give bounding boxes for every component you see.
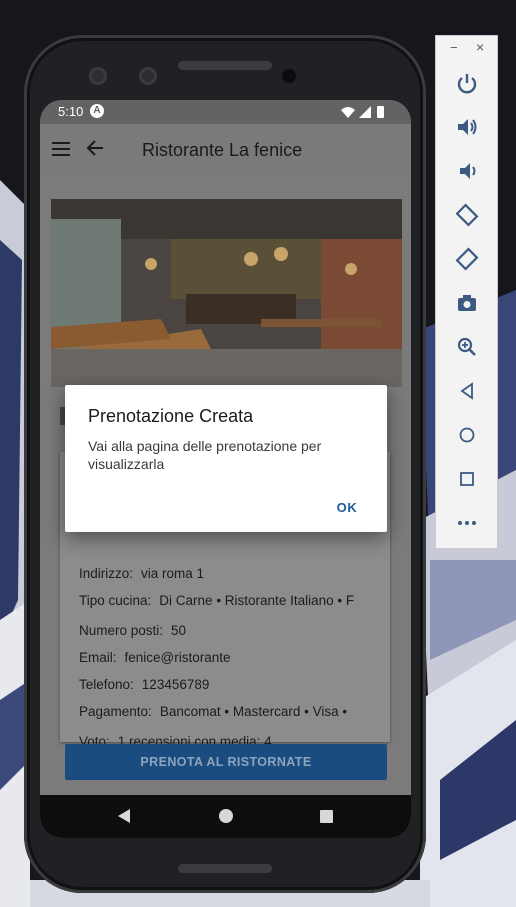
- rotate-right-icon[interactable]: [454, 246, 480, 272]
- bottom-speaker: [178, 864, 272, 873]
- page-title: Ristorante La fenice: [142, 140, 303, 160]
- minimize-button[interactable]: −: [450, 40, 458, 55]
- notification-icon: A: [90, 104, 104, 118]
- back-icon[interactable]: [454, 378, 480, 404]
- dialog-title: Prenotazione Creata: [88, 406, 254, 426]
- earpiece-speaker: [178, 61, 272, 70]
- status-time: 5:10: [58, 104, 84, 119]
- rotate-left-icon[interactable]: [454, 202, 480, 228]
- emulator-toolbar: − ×: [435, 35, 498, 549]
- power-icon[interactable]: [454, 70, 480, 96]
- android-nav-bar: [40, 795, 411, 838]
- more-icon[interactable]: [454, 510, 480, 536]
- camera-icon[interactable]: [454, 290, 480, 316]
- nav-back-icon[interactable]: [118, 809, 130, 823]
- info-row-email: Email: fenice@ristorante: [79, 650, 231, 665]
- info-row-payment: Pagamento: Bancomat • Mastercard • Visa •: [79, 704, 348, 719]
- book-restaurant-button[interactable]: PRENOTA AL RISTORNATE: [65, 744, 387, 780]
- status-icons: [341, 106, 384, 118]
- booking-confirmation-dialog: Prenotazione Creata Vai alla pagina dell…: [65, 385, 387, 532]
- front-sensor: [89, 67, 107, 85]
- battery-icon: [377, 106, 384, 118]
- dialog-ok-button[interactable]: OK: [322, 495, 372, 519]
- zoom-icon[interactable]: [454, 334, 480, 360]
- info-row-cuisine: Tipo cucina: Di Carne • Ristorante Italia…: [79, 593, 355, 608]
- close-button[interactable]: ×: [476, 39, 484, 55]
- front-sensor: [139, 67, 157, 85]
- volume-up-icon[interactable]: [454, 114, 480, 140]
- dialog-message: Vai alla pagina delle prenotazione per v…: [88, 438, 322, 472]
- restaurant-photo: [51, 199, 402, 387]
- nav-recents-icon[interactable]: [320, 810, 333, 823]
- app-bar: Ristorante La fenice: [40, 124, 411, 176]
- status-bar: 5:10 A: [40, 100, 411, 124]
- front-camera: [282, 69, 296, 83]
- overview-icon[interactable]: [454, 466, 480, 492]
- volume-down-icon[interactable]: [454, 158, 480, 184]
- info-row-address: Indirizzo: via roma 1: [79, 566, 205, 581]
- signal-icon: [359, 106, 371, 118]
- hamburger-menu-icon[interactable]: [52, 141, 70, 157]
- info-row-seats: Numero posti: 50: [79, 623, 187, 638]
- arrow-left-icon[interactable]: [86, 139, 104, 157]
- nav-home-icon[interactable]: [219, 809, 233, 823]
- home-icon[interactable]: [454, 422, 480, 448]
- phone-screen: 5:10 A Ristorante La fenice Indirizzo: v…: [40, 100, 411, 838]
- wifi-icon: [341, 107, 355, 118]
- info-row-phone: Telefono: 123456789: [79, 677, 210, 692]
